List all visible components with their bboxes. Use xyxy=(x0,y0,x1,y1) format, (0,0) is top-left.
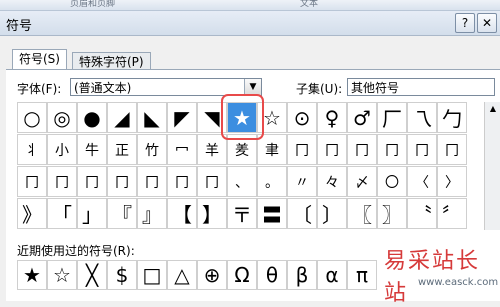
symbol-cell[interactable]: 。 xyxy=(257,166,287,197)
symbol-cell[interactable]: ⊙ xyxy=(287,102,317,133)
symbol-cell[interactable]: 冂 xyxy=(407,134,437,165)
subset-label: 子集(U): xyxy=(296,82,343,96)
symbol-cell[interactable]: 冂 xyxy=(377,134,407,165)
symbol-cell[interactable]: 羊 xyxy=(197,134,227,165)
subset-select[interactable]: 其他符号 xyxy=(347,78,495,96)
symbol-cell[interactable]: ◣ xyxy=(137,102,167,133)
symbol-cell[interactable]: 〝 xyxy=(407,198,437,229)
symbol-cell[interactable]: 冂 xyxy=(47,166,77,197)
tab-symbols[interactable]: 符号(S) xyxy=(12,49,67,71)
symbol-cell[interactable]: 冂 xyxy=(167,166,197,197)
symbol-cell[interactable]: 〇 xyxy=(377,166,407,197)
recent-symbols-label: 近期使用过的符号(R): xyxy=(17,244,135,258)
symbol-cell[interactable]: 冂 xyxy=(17,166,47,197)
symbol-cell[interactable]: 々 xyxy=(317,166,347,197)
symbol-cell[interactable]: 〒 xyxy=(227,198,257,229)
symbol-cell[interactable]: ◢ xyxy=(107,102,137,133)
dialog-titlebar: 符号 ? ✕ xyxy=(0,11,500,36)
ribbon-text-label: 文本 xyxy=(300,0,319,9)
symbol-cell[interactable]: 【 xyxy=(167,198,197,229)
grid-scrollbar[interactable]: ▲ xyxy=(484,102,500,230)
font-value: (普通文本) xyxy=(74,81,132,95)
recent-symbol-cell[interactable]: θ xyxy=(257,260,287,290)
symbol-cell[interactable]: 〉 xyxy=(437,166,467,197)
symbol-cell[interactable]: 牛 xyxy=(77,134,107,165)
symbol-cell[interactable]: 〓 xyxy=(257,198,287,229)
symbol-cell[interactable]: ● xyxy=(77,102,107,133)
recent-symbol-cell[interactable]: Ω xyxy=(227,260,257,290)
subset-value: 其他符号 xyxy=(351,81,400,95)
symbol-cell[interactable]: 】 xyxy=(197,198,227,229)
symbol-cell[interactable]: 冂 xyxy=(317,134,347,165)
symbol-cell[interactable]: 勹 xyxy=(437,102,467,133)
symbol-cell[interactable]: 「 xyxy=(47,198,77,229)
symbol-cell[interactable]: 冂 xyxy=(287,134,317,165)
symbol-cell[interactable]: 『 xyxy=(107,198,137,229)
recent-symbol-cell[interactable]: ⊕ xyxy=(197,260,227,290)
ribbon-header-footer-label: 页眉和页脚 xyxy=(70,0,116,9)
recent-symbol-cell[interactable]: ☆ xyxy=(47,260,77,290)
symbol-cell[interactable]: 、 xyxy=(227,166,257,197)
symbol-cell[interactable]: 冂 xyxy=(197,166,227,197)
symbol-cell[interactable]: 〔 xyxy=(287,198,317,229)
symbol-cell[interactable]: ♀ xyxy=(317,102,347,133)
watermark-url: www.easck.com xyxy=(418,277,499,288)
symbol-cell[interactable]: 〃 xyxy=(287,166,317,197)
symbol-cell[interactable]: 冂 xyxy=(137,166,167,197)
selection-highlight-box xyxy=(221,94,264,140)
symbol-cell[interactable]: ♂ xyxy=(347,102,377,133)
font-label: 字体(F): xyxy=(17,82,62,96)
symbol-cell[interactable]: 冂 xyxy=(437,134,467,165)
symbol-cell[interactable]: 小 xyxy=(47,134,77,165)
symbol-cell[interactable]: 冂 xyxy=(77,166,107,197)
symbol-cell[interactable]: ◤ xyxy=(167,102,197,133)
symbol-cell[interactable]: 」 xyxy=(77,198,107,229)
symbol-cell[interactable]: 』 xyxy=(137,198,167,229)
dialog-title: 符号 xyxy=(6,19,33,34)
symbol-cell[interactable]: 聿 xyxy=(257,134,287,165)
symbol-cell[interactable]: 〆 xyxy=(347,166,377,197)
recent-symbol-cell[interactable]: α xyxy=(317,260,347,290)
recent-symbol-cell[interactable]: ╳ xyxy=(77,260,107,290)
ribbon-strip: 页眉和页脚 文本 xyxy=(0,0,500,11)
symbol-cell[interactable]: ○ xyxy=(17,102,47,133)
symbol-cell[interactable]: 〕 xyxy=(317,198,347,229)
chevron-down-icon[interactable]: ▼ xyxy=(244,79,261,95)
symbol-cell[interactable]: 厂 xyxy=(377,102,407,133)
symbol-cell[interactable]: 〗 xyxy=(377,198,407,229)
symbol-cell[interactable]: 正 xyxy=(107,134,137,165)
recent-symbol-cell[interactable]: ★ xyxy=(17,260,47,290)
scroll-up-icon[interactable]: ▲ xyxy=(485,102,500,116)
recent-symbol-cell[interactable]: β xyxy=(287,260,317,290)
symbol-cell[interactable]: 竹 xyxy=(137,134,167,165)
symbol-cell[interactable]: 》 xyxy=(17,198,47,229)
recent-symbol-cell[interactable]: $ xyxy=(107,260,137,290)
recent-symbol-cell[interactable]: π xyxy=(347,260,377,290)
symbol-cell[interactable]: 乁 xyxy=(407,102,437,133)
symbol-cell[interactable]: 〈 xyxy=(407,166,437,197)
symbol-cell[interactable]: ◎ xyxy=(47,102,77,133)
help-button[interactable]: ? xyxy=(455,13,475,33)
symbol-cell[interactable]: 丬 xyxy=(17,134,47,165)
symbol-cell[interactable]: 冂 xyxy=(107,166,137,197)
recent-symbol-cell[interactable]: □ xyxy=(137,260,167,290)
symbol-cell[interactable]: 冖 xyxy=(167,134,197,165)
watermark-text: 易采站长站 xyxy=(384,249,481,306)
symbol-cell[interactable]: 〖 xyxy=(347,198,377,229)
symbol-cell[interactable]: 〞 xyxy=(437,198,467,229)
close-button[interactable]: ✕ xyxy=(477,13,497,33)
recent-symbol-cell[interactable]: △ xyxy=(167,260,197,290)
watermark: 易采站长站 www.easck.com xyxy=(378,243,500,306)
symbol-cell[interactable]: 冂 xyxy=(347,134,377,165)
